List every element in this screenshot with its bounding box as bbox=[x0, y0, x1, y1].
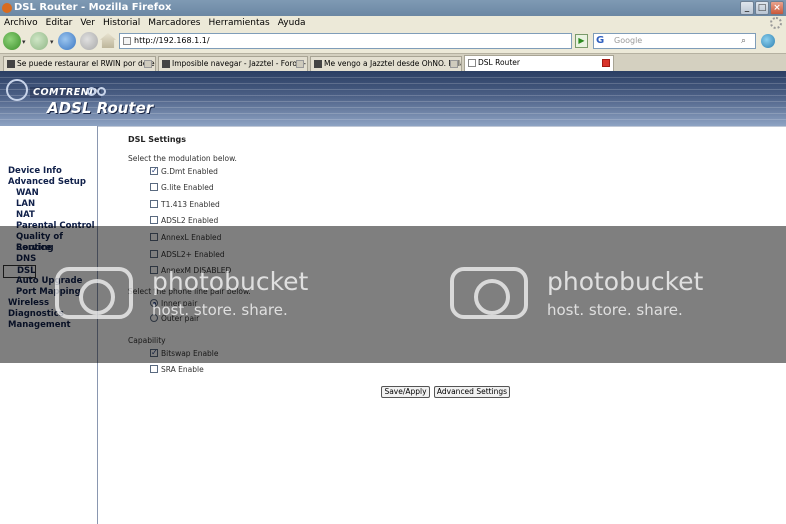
brand-dots-icon bbox=[87, 87, 106, 96]
navigation-toolbar: ▾ ▾ http://192.168.1.1/ ▶ G Google ⌕ bbox=[0, 30, 786, 52]
search-icon[interactable]: ⌕ bbox=[741, 35, 753, 47]
sidebar-item-wan[interactable]: WAN bbox=[16, 188, 39, 199]
window-title: DSL Router - Mozilla Firefox bbox=[14, 2, 172, 13]
tab-label: Imposible navegar - Jazztel - Foros - B.… bbox=[172, 59, 308, 68]
option-glite[interactable]: G.lite Enabled bbox=[150, 183, 214, 193]
forward-history-dropdown[interactable]: ▾ bbox=[50, 38, 54, 46]
tab-rwin[interactable]: Se puede restaurar el RWIN por defec... bbox=[3, 56, 156, 71]
tab-label: DSL Router bbox=[478, 58, 520, 67]
product-title: ADSL Router bbox=[47, 99, 154, 117]
go-button[interactable]: ▶ bbox=[575, 34, 588, 48]
page-title: DSL Settings bbox=[128, 135, 187, 144]
router-header-banner: COMTREND ADSL Router bbox=[0, 71, 786, 126]
modulation-label: Select the modulation below. bbox=[128, 154, 237, 163]
photobucket-logo-icon bbox=[55, 267, 133, 319]
watermark-name: photobucket bbox=[547, 267, 704, 296]
close-button[interactable]: × bbox=[770, 1, 784, 15]
tab-label: Se puede restaurar el RWIN por defec... bbox=[17, 59, 156, 68]
t1413-checkbox[interactable] bbox=[150, 200, 158, 208]
stop-icon[interactable] bbox=[80, 32, 98, 50]
url-text: http://192.168.1.1/ bbox=[134, 36, 210, 45]
sra-checkbox[interactable] bbox=[150, 365, 158, 373]
watermark-tagline: host. store. share. bbox=[547, 301, 683, 319]
watermark-name: photobucket bbox=[152, 267, 309, 296]
sra-label: SRA Enable bbox=[161, 365, 204, 374]
search-placeholder: Google bbox=[614, 36, 643, 45]
tab-imposible-navegar[interactable]: Imposible navegar - Jazztel - Foros - B.… bbox=[158, 56, 308, 71]
back-arrow-icon[interactable] bbox=[3, 32, 21, 50]
tab-favicon-icon bbox=[468, 59, 476, 67]
option-adsl2[interactable]: ADSL2 Enabled bbox=[150, 216, 218, 226]
watermark-right: photobucket host. store. share. bbox=[450, 267, 740, 323]
menu-marcadores[interactable]: Marcadores bbox=[148, 16, 200, 30]
sidebar-item-lan[interactable]: LAN bbox=[16, 199, 35, 210]
window-controls: _ □ × bbox=[740, 1, 784, 15]
tab-favicon-icon bbox=[7, 60, 15, 68]
home-icon[interactable] bbox=[100, 33, 116, 48]
photobucket-logo-icon bbox=[450, 267, 528, 319]
addon-icon bbox=[761, 34, 775, 48]
menu-historial[interactable]: Historial bbox=[103, 16, 140, 30]
gdmt-checkbox[interactable] bbox=[150, 166, 158, 175]
firefox-icon bbox=[2, 3, 12, 13]
google-icon[interactable]: G bbox=[596, 35, 609, 47]
option-t1413[interactable]: T1.413 Enabled bbox=[150, 200, 220, 210]
tab-close-icon[interactable] bbox=[602, 59, 610, 67]
tab-favicon-icon bbox=[314, 60, 322, 68]
window-title-bar: DSL Router - Mozilla Firefox _ □ × bbox=[0, 0, 786, 16]
search-input[interactable]: G Google ⌕ bbox=[593, 33, 756, 49]
menu-herramientas[interactable]: Herramientas bbox=[208, 16, 269, 30]
sidebar-item-nat[interactable]: NAT bbox=[16, 210, 35, 221]
sidebar-item-device-info[interactable]: Device Info bbox=[8, 166, 62, 177]
t1413-label: T1.413 Enabled bbox=[161, 200, 220, 209]
tab-me-vengo-jazztel[interactable]: Me vengo a Jazztel desde OhNO. Rela... bbox=[310, 56, 462, 71]
page-icon bbox=[123, 37, 131, 45]
tab-strip: Se puede restaurar el RWIN por defec... … bbox=[0, 53, 786, 71]
tab-close-icon[interactable] bbox=[296, 60, 304, 68]
reload-icon[interactable] bbox=[58, 32, 76, 50]
tab-close-icon[interactable] bbox=[144, 60, 152, 68]
menu-ayuda[interactable]: Ayuda bbox=[278, 16, 306, 30]
back-history-dropdown[interactable]: ▾ bbox=[22, 38, 26, 46]
menu-ver[interactable]: Ver bbox=[80, 16, 95, 30]
menu-editar[interactable]: Editar bbox=[46, 16, 73, 30]
watermark-left: photobucket host. store. share. bbox=[55, 267, 345, 323]
addon-button[interactable] bbox=[761, 33, 783, 50]
throbber-icon bbox=[770, 17, 782, 29]
option-gdmt[interactable]: G.Dmt Enabled bbox=[150, 166, 218, 177]
save-apply-button[interactable]: Save/Apply bbox=[381, 386, 430, 398]
minimize-button[interactable]: _ bbox=[740, 1, 754, 15]
sidebar-item-advanced-setup[interactable]: Advanced Setup bbox=[8, 177, 86, 188]
watermark-overlay: photobucket host. store. share. photobuc… bbox=[0, 226, 786, 363]
tab-label: Me vengo a Jazztel desde OhNO. Rela... bbox=[324, 59, 462, 68]
glite-label: G.lite Enabled bbox=[161, 183, 214, 192]
menu-bar: Archivo Editar Ver Historial Marcadores … bbox=[0, 16, 786, 30]
advanced-settings-button[interactable]: Advanced Settings bbox=[434, 386, 510, 398]
watermark-tagline: host. store. share. bbox=[152, 301, 288, 319]
url-bar[interactable]: http://192.168.1.1/ bbox=[119, 33, 572, 49]
glite-checkbox[interactable] bbox=[150, 183, 158, 191]
maximize-button[interactable]: □ bbox=[755, 1, 769, 15]
adsl2-label: ADSL2 Enabled bbox=[161, 216, 219, 225]
gdmt-label: G.Dmt Enabled bbox=[161, 167, 218, 176]
tab-close-icon[interactable] bbox=[450, 60, 458, 68]
tab-favicon-icon bbox=[162, 60, 170, 68]
tab-dsl-router[interactable]: DSL Router bbox=[464, 55, 614, 71]
menu-archivo[interactable]: Archivo bbox=[4, 16, 38, 30]
adsl2-checkbox[interactable] bbox=[150, 216, 158, 224]
comtrend-logo-icon bbox=[6, 79, 28, 101]
forward-arrow-icon[interactable] bbox=[30, 32, 48, 50]
option-sra[interactable]: SRA Enable bbox=[150, 365, 204, 375]
